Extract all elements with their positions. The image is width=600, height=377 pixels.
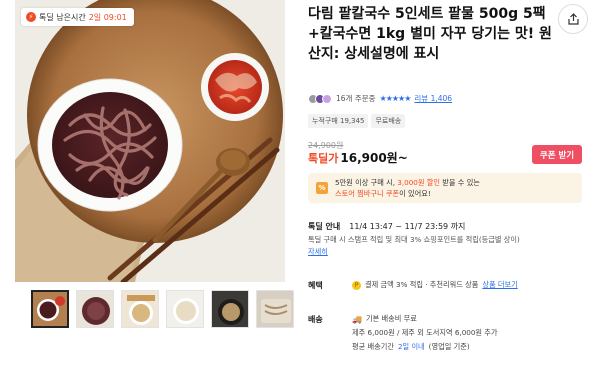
rating-row: 16개 주문중 ★★★★★ 리뷰 1,406 <box>308 93 452 104</box>
star-rating: ★★★★★ <box>379 94 412 103</box>
promo-text-part: 이 있어요! <box>399 189 431 198</box>
benefit-text: 결제 금액 3% 적립 · 추천리워드 상품 <box>365 280 479 289</box>
point-coin-icon: P <box>352 280 361 290</box>
deal-timer-badge: ⚡ 톡딜 남은시간 2일 09:01 <box>21 8 134 26</box>
shipping-base: 🚚 기본 배송비 무료 <box>352 314 417 324</box>
product-main-image[interactable]: ⚡ 톡딜 남은시간 2일 09:01 <box>15 0 285 282</box>
thumbnail-5[interactable] <box>211 290 249 328</box>
deal-details-link[interactable]: 자세히 <box>308 247 328 257</box>
deal-timer-value: 2일 09:01 <box>88 12 127 22</box>
price-row: 톡딜가 16,900원~ <box>308 149 408 166</box>
shipping-period: 평균 배송기간 2일 이내 (영업일 기준) <box>352 342 470 352</box>
shipping-base-text: 기본 배송비 무료 <box>365 314 417 323</box>
tag-cumulative-purchases: 누적구매 19,345 <box>308 114 369 128</box>
share-icon <box>567 13 579 25</box>
deal-description: 톡딜 구매 시 스탬프 적립 및 최대 3% 쇼핑포인트를 적립(등급별 상이) <box>308 235 520 244</box>
thumbnail-4[interactable] <box>166 290 204 328</box>
product-title: 다림 팥칼국수 5인세트 팥물 500g 5팩+칼국수면 1kg 별미 자꾸 당… <box>308 6 552 62</box>
shipping-label: 배송 <box>308 315 323 324</box>
review-count-link[interactable]: 리뷰 1,406 <box>414 93 452 104</box>
thumbnail-1[interactable] <box>31 290 69 328</box>
noodle-bowl-photo <box>15 0 285 282</box>
promo-discount: 3,000원 할인 <box>397 178 440 187</box>
promo-text-part: 받을 수 있는 <box>440 178 480 187</box>
shipping-period-value: 2일 이내 <box>397 342 425 351</box>
avatar <box>322 93 332 104</box>
deal-price: 16,900원~ <box>340 151 408 165</box>
promo-coupon-name: 스토어 찜바구니 쿠폰 <box>335 189 400 198</box>
product-info-panel: 다림 팥칼국수 5인세트 팥물 500g 5팩+칼국수면 1kg 별미 자꾸 당… <box>308 0 600 377</box>
promo-text-part: 5만원 이상 구매 시, <box>335 178 398 187</box>
deal-period: 톡딜 안내 11/4 13:47 ~ 11/7 23:59 까지 <box>308 221 465 232</box>
product-tags: 누적구매 19,345 무료배송 <box>308 114 406 128</box>
buyer-avatars <box>308 93 332 104</box>
deal-price-label: 톡딜가 <box>308 152 339 165</box>
deal-info-label: 톡딜 안내 <box>308 222 341 231</box>
shipping-extra: 제주 6,000원 / 제주 외 도서지역 6,000원 추가 <box>352 328 498 337</box>
thumbnail-strip <box>31 290 294 328</box>
more-products-link[interactable]: 상품 더보기 <box>482 280 517 290</box>
tag-free-shipping: 무료배송 <box>371 114 406 128</box>
share-button[interactable] <box>558 4 588 34</box>
get-coupon-button[interactable]: 쿠폰 받기 <box>532 145 582 164</box>
promo-text: 5만원 이상 구매 시, 3,000원 할인 받을 수 있는 스토어 찜바구니 … <box>335 177 480 199</box>
shipping-period-note: (영업일 기준) <box>428 342 470 351</box>
deal-timer-label: 톡딜 남은시간 <box>39 12 86 22</box>
order-count: 16개 주문중 <box>336 94 376 103</box>
thumbnail-6[interactable] <box>256 290 294 328</box>
shipping-period-label: 평균 배송기간 <box>352 342 394 351</box>
coupon-promo-banner[interactable]: % 5만원 이상 구매 시, 3,000원 할인 받을 수 있는 스토어 찜바구… <box>308 173 582 203</box>
truck-icon: 🚚 <box>352 314 362 324</box>
benefit-row: P 결제 금액 3% 적립 · 추천리워드 상품 상품 더보기 <box>352 280 518 290</box>
percent-icon: % <box>316 182 328 194</box>
deal-period-value: 11/4 13:47 ~ 11/7 23:59 까지 <box>349 222 466 231</box>
thumbnail-3[interactable] <box>121 290 159 328</box>
thumbnail-2[interactable] <box>76 290 114 328</box>
benefit-label: 혜택 <box>308 281 323 290</box>
lightning-icon: ⚡ <box>26 12 36 22</box>
